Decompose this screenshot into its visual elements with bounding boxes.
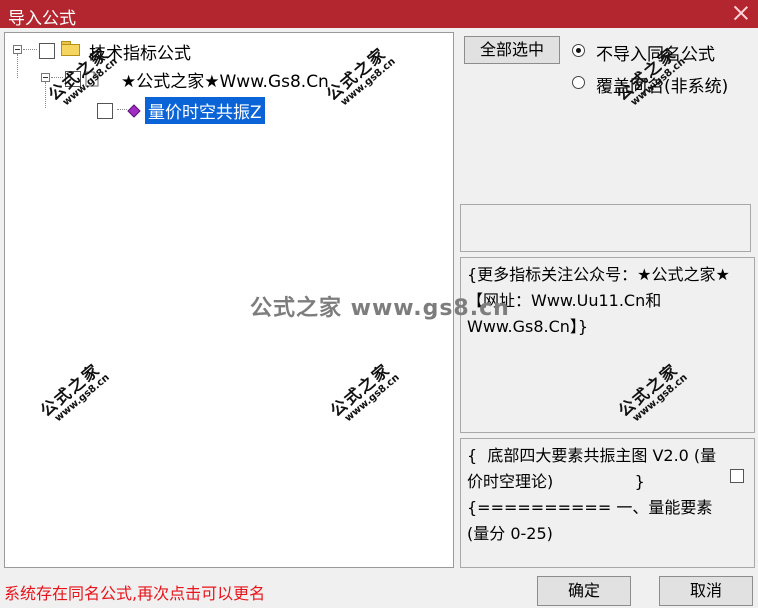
status-message: 系统存在同名公式,再次点击可以更名 <box>4 584 266 603</box>
child-checkbox[interactable] <box>65 71 81 87</box>
info-text: {更多指标关注公众号：★公式之家★ 【网址：Www.Uu11.Cn和Www.Gs… <box>467 265 735 336</box>
description-checkbox[interactable] <box>730 469 744 483</box>
tree-node-root[interactable]: 技术指标公式 <box>89 39 191 64</box>
tree-connector <box>17 54 18 78</box>
tree-node-child[interactable]: ★公式之家★Www.Gs8.Cn <box>121 67 329 92</box>
info-panel: {更多指标关注公众号：★公式之家★ 【网址：Www.Uu11.Cn和Www.Gs… <box>460 257 755 433</box>
folder-icon <box>61 41 81 56</box>
title-bar: 导入公式 <box>0 0 758 29</box>
formula-tree[interactable]: 技术指标公式 ★公式之家★Www.Gs8.Cn 量价时空共振Z <box>4 32 454 568</box>
formula-gem-icon <box>127 103 141 118</box>
select-all-button[interactable]: 全部选中 <box>464 36 560 64</box>
document-icon <box>85 71 99 87</box>
root-checkbox[interactable] <box>39 43 55 59</box>
tree-connector <box>23 49 37 50</box>
collapse-icon[interactable] <box>41 73 50 82</box>
window-title: 导入公式 <box>8 9 76 29</box>
cancel-button[interactable]: 取消 <box>659 576 753 606</box>
radio-label: 覆盖同名(非系统) <box>596 77 729 97</box>
leaf-checkbox[interactable] <box>97 103 113 119</box>
radio-label: 不导入同名公式 <box>596 45 715 65</box>
description-text: { 底部四大要素共振主图 V2.0 (量价时空理论) } {==========… <box>467 446 717 543</box>
radio-button[interactable] <box>572 44 585 57</box>
radio-overwrite-same-name[interactable]: 覆盖同名(非系统) <box>572 72 752 97</box>
close-icon[interactable] <box>730 2 752 24</box>
collapse-icon[interactable] <box>13 45 22 54</box>
empty-panel <box>460 204 751 252</box>
tree-connector <box>45 82 46 108</box>
tree-connector <box>51 77 63 78</box>
tree-connector <box>117 109 127 110</box>
radio-button[interactable] <box>572 76 585 89</box>
description-panel[interactable]: { 底部四大要素共振主图 V2.0 (量价时空理论) } {==========… <box>460 438 755 568</box>
radio-no-import-same-name[interactable]: 不导入同名公式 <box>572 40 752 65</box>
ok-button[interactable]: 确定 <box>537 576 631 606</box>
tree-node-leaf[interactable]: 量价时空共振Z <box>145 97 265 124</box>
